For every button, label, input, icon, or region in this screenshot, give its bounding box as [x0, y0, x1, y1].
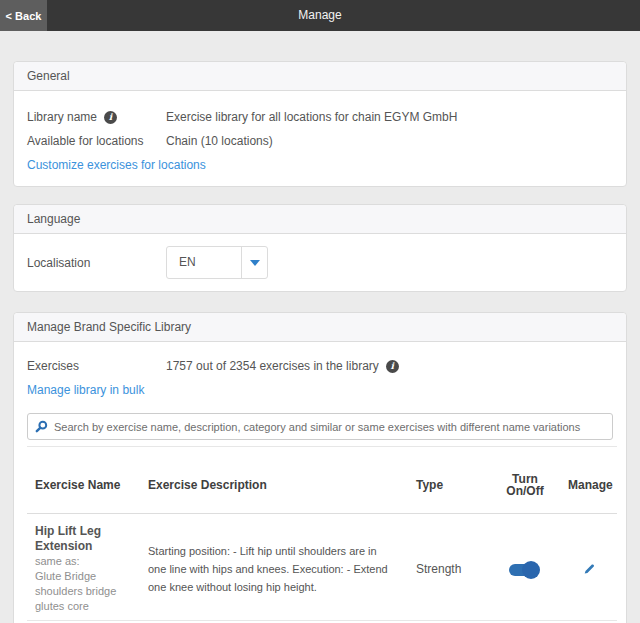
language-card-header: Language [14, 205, 626, 234]
pencil-icon[interactable] [582, 562, 596, 576]
brand-library-card: Manage Brand Specific Library Exercises … [13, 312, 627, 623]
general-card: General Library name i Exercise library … [13, 61, 627, 187]
manage-bulk-link[interactable]: Manage library in bulk [27, 383, 144, 398]
search-input[interactable] [27, 413, 613, 440]
search-icon [35, 420, 48, 433]
search-bar [27, 413, 613, 440]
locations-label: Available for locations [27, 134, 166, 149]
exercises-value: 1757 out of 2354 exercises in the librar… [166, 359, 399, 374]
library-name-label: Library name i [27, 110, 166, 125]
general-card-body: Library name i Exercise library for all … [14, 91, 626, 186]
col-header-exercise-description: Exercise Description [140, 447, 408, 514]
brand-library-card-header: Manage Brand Specific Library [14, 313, 626, 342]
exercise-name-cell: Hip Lift Leg Extension same as: Glute Br… [27, 514, 140, 621]
topbar: < Back Manage [0, 0, 640, 31]
info-icon[interactable]: i [386, 360, 399, 373]
main-content: General Library name i Exercise library … [0, 31, 640, 623]
brand-library-card-body: Exercises 1757 out of 2354 exercises in … [14, 342, 626, 623]
library-name-row: Library name i Exercise library for all … [27, 110, 613, 125]
col-header-manage: Manage [560, 447, 617, 514]
localisation-label: Localisation [27, 256, 166, 270]
language-card: Language Localisation EN [13, 204, 627, 292]
exercise-type-cell: Strength [408, 514, 490, 621]
exercises-label: Exercises [27, 359, 166, 374]
col-header-type: Type [408, 447, 490, 514]
exercise-description-cell: Starting position: - Lift hip until shou… [140, 514, 408, 621]
exercises-row: Exercises 1757 out of 2354 exercises in … [27, 359, 613, 374]
page-title: Manage [0, 0, 640, 31]
bulk-link-row: Manage library in bulk [27, 383, 613, 398]
locations-value: Chain (10 locations) [166, 134, 273, 149]
localisation-dropdown[interactable]: EN [166, 246, 268, 279]
col-header-turn-on-off: Turn On/Off [490, 447, 560, 514]
language-card-body: Localisation EN [14, 234, 626, 291]
caret-down-icon [250, 260, 260, 266]
manage-cell [560, 514, 617, 621]
toggle-switch[interactable] [509, 564, 538, 576]
dropdown-caret-box [241, 247, 267, 278]
exercise-table: Exercise Name Exercise Description Type … [27, 446, 617, 621]
customize-exercises-link[interactable]: Customize exercises for locations [27, 158, 206, 173]
turn-on-off-cell [490, 514, 560, 621]
general-card-header: General [14, 62, 626, 91]
info-icon[interactable]: i [104, 111, 117, 124]
table-header-row: Exercise Name Exercise Description Type … [27, 447, 617, 514]
localisation-row: Localisation EN [27, 246, 613, 279]
locations-row: Available for locations Chain (10 locati… [27, 134, 613, 149]
table-row: Hip Lift Leg Extension same as: Glute Br… [27, 514, 617, 621]
localisation-selected: EN [167, 247, 241, 278]
library-name-value: Exercise library for all locations for c… [166, 110, 457, 125]
col-header-exercise-name: Exercise Name [27, 447, 140, 514]
